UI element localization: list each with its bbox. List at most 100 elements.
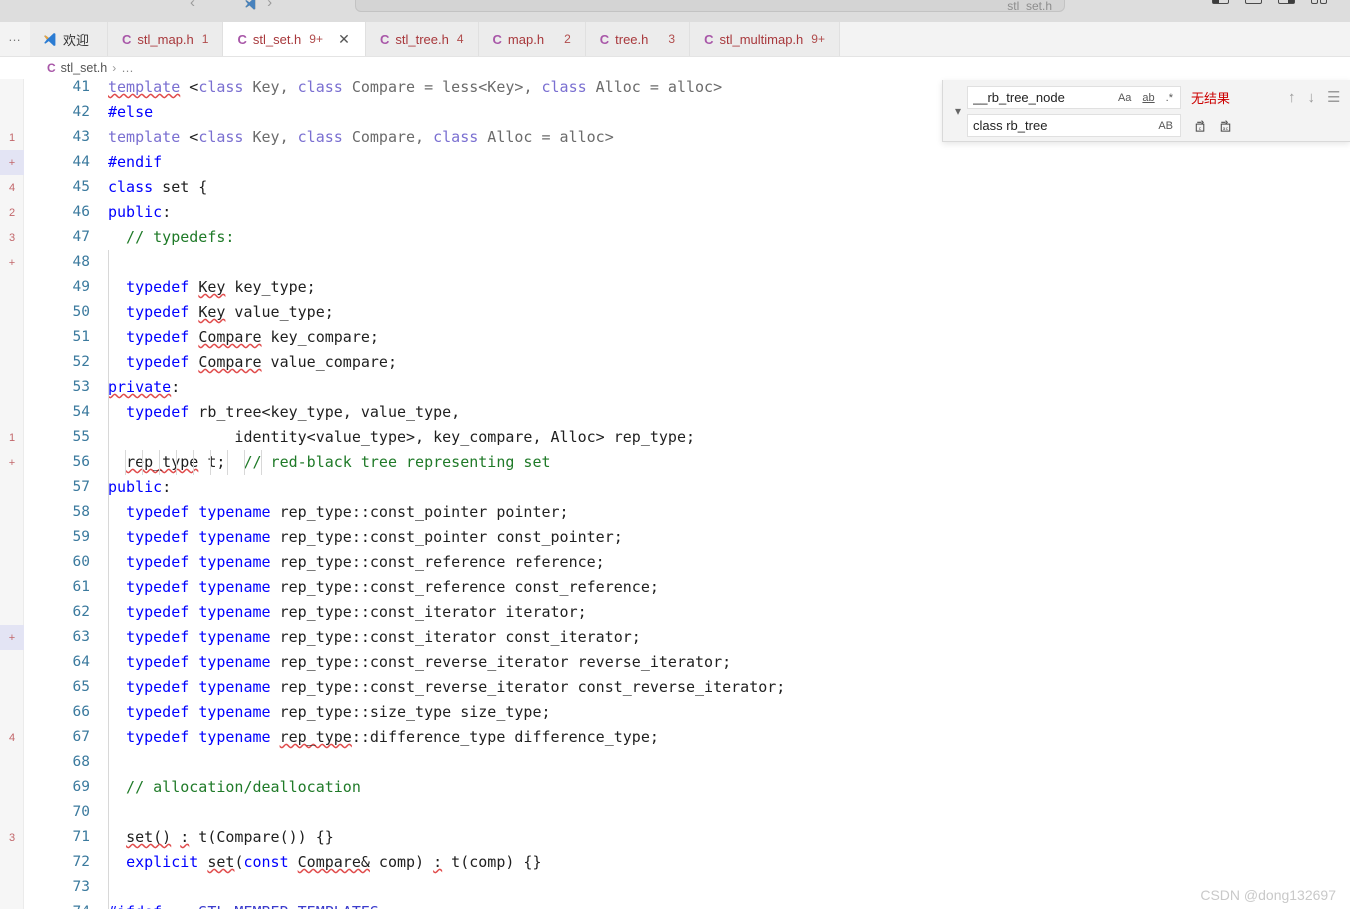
close-icon[interactable]: ✕: [337, 32, 351, 46]
tabs-overflow-button[interactable]: …: [0, 22, 30, 56]
tab-label: stl_set.h: [252, 31, 302, 47]
code-line[interactable]: 59 typedef typename rep_type::const_poin…: [24, 525, 1350, 550]
code-line[interactable]: 49 typedef Key key_type;: [24, 275, 1350, 300]
code-line[interactable]: 52 typedef Compare value_compare;: [24, 350, 1350, 375]
tab-stl-set-h[interactable]: C stl_set.h 9+ ✕: [223, 22, 366, 56]
code-line[interactable]: 63 typedef typename rep_type::const_iter…: [24, 625, 1350, 650]
code-line[interactable]: 64 typedef typename rep_type::const_reve…: [24, 650, 1350, 675]
use-regex-icon[interactable]: .*: [1164, 91, 1175, 105]
code-editor[interactable]: 1 +4 2 3 +1 + +4 3 41 template <class Key, class…: [0, 79, 1350, 909]
indent-guide: [210, 450, 211, 475]
line-content: identity<value_type>, key_compare, Alloc…: [108, 428, 695, 446]
chevron-down-icon[interactable]: ▾: [949, 86, 967, 135]
code-line[interactable]: 68: [24, 750, 1350, 775]
replace-icon[interactable]: c: [1193, 118, 1208, 133]
breadcrumb: C stl_set.h › …: [0, 57, 1350, 79]
line-content: typedef typename rep_type::const_referen…: [126, 578, 659, 596]
arrow-up-icon[interactable]: ↑: [1288, 90, 1296, 105]
breadcrumb-more[interactable]: …: [121, 61, 135, 75]
code-line[interactable]: 65 typedef typename rep_type::const_reve…: [24, 675, 1350, 700]
code-line[interactable]: 50 typedef Key value_type;: [24, 300, 1350, 325]
code-line[interactable]: 72 explicit set(const Compare& comp) : t…: [24, 850, 1350, 875]
tab-problem-badge: 1: [201, 32, 209, 46]
tab-stl-tree-h[interactable]: C stl_tree.h 4: [365, 22, 479, 56]
code-line[interactable]: 74 #ifdef __STL_MEMBER_TEMPLATES: [24, 900, 1350, 909]
indent-guide: [125, 450, 126, 475]
gutter-marker[interactable]: 4: [0, 725, 24, 750]
tab-stl-multimap-h[interactable]: C stl_multimap.h 9+: [690, 22, 840, 56]
toggle-panel-icon[interactable]: [1245, 0, 1262, 4]
tab-tree-h[interactable]: C tree.h 3: [585, 22, 691, 56]
gutter-marker[interactable]: +: [0, 450, 24, 475]
breadcrumb-file[interactable]: stl_set.h: [61, 61, 108, 75]
line-content: public:: [108, 203, 172, 221]
line-content: typedef Compare value_compare;: [126, 353, 397, 371]
customize-layout-icon[interactable]: [1311, 0, 1328, 4]
c-file-icon: C: [599, 31, 610, 47]
toggle-secondary-sidebar-icon[interactable]: [1278, 0, 1295, 4]
code-line[interactable]: 45 class set {: [24, 175, 1350, 200]
code-line[interactable]: 58 typedef typename rep_type::const_poin…: [24, 500, 1350, 525]
code-line[interactable]: 51 typedef Compare key_compare;: [24, 325, 1350, 350]
tab-problem-badge: 4: [456, 32, 464, 46]
code-content[interactable]: 41 template <class Key, class Compare = l…: [24, 79, 1350, 909]
editor-overview-gutter[interactable]: 1 +4 2 3 +1 + +4 3: [0, 79, 24, 909]
gutter-marker[interactable]: 1: [0, 425, 24, 450]
match-case-icon[interactable]: Aa: [1116, 91, 1133, 105]
find-replace-widget[interactable]: ▾ __rb_tree_node Aa ab .* 无结果 ↑ ↓ ☰ clas…: [942, 80, 1350, 142]
code-line[interactable]: 55 identity<value_type>, key_compare, Al…: [24, 425, 1350, 450]
code-line[interactable]: 73: [24, 875, 1350, 900]
svg-text:ac: ac: [1223, 127, 1229, 132]
code-line[interactable]: 69 // allocation/deallocation: [24, 775, 1350, 800]
code-line[interactable]: 46 public:: [24, 200, 1350, 225]
c-file-icon: C: [704, 31, 714, 47]
gutter-marker[interactable]: 4: [0, 175, 24, 200]
code-line[interactable]: 57 public:: [24, 475, 1350, 500]
tab-map-h[interactable]: C map.h 2: [478, 22, 586, 56]
code-line[interactable]: 66 typedef typename rep_type::size_type …: [24, 700, 1350, 725]
gutter-marker[interactable]: 2: [0, 200, 24, 225]
line-content: typedef typename rep_type::const_reverse…: [126, 653, 732, 671]
line-number: 53: [72, 379, 90, 395]
code-line[interactable]: 71 set() : t(Compare()) {}: [24, 825, 1350, 850]
code-line[interactable]: 54 typedef rb_tree<key_type, value_type,: [24, 400, 1350, 425]
code-line[interactable]: 67 typedef typename rep_type::difference…: [24, 725, 1350, 750]
gutter-marker[interactable]: 3: [0, 225, 24, 250]
code-line[interactable]: 61 typedef typename rep_type::const_refe…: [24, 575, 1350, 600]
gutter-marker[interactable]: 1: [0, 125, 24, 150]
gutter-marker[interactable]: 3: [0, 825, 24, 850]
line-number: 43: [72, 129, 90, 145]
code-line[interactable]: 53 private:: [24, 375, 1350, 400]
gutter-marker[interactable]: +: [0, 150, 24, 175]
tab-welcome[interactable]: 欢迎: [30, 22, 109, 56]
code-line[interactable]: 48: [24, 250, 1350, 275]
command-center[interactable]: stl_set.h: [355, 0, 1065, 12]
replace-all-icon[interactable]: ac: [1218, 118, 1233, 133]
code-line[interactable]: 60 typedef typename rep_type::const_refe…: [24, 550, 1350, 575]
code-line[interactable]: 56 rep_type t; // red-black tree represe…: [24, 450, 1350, 475]
line-content: public:: [108, 478, 172, 496]
gutter-marker[interactable]: +: [0, 250, 24, 275]
tab-problem-badge: 3: [668, 32, 676, 46]
code-line[interactable]: 70: [24, 800, 1350, 825]
indent-guide: [108, 525, 109, 909]
line-number: 63: [72, 629, 90, 645]
vscode-logo-icon: [245, 0, 256, 10]
tab-stl-map-h[interactable]: C stl_map.h 1: [108, 22, 224, 56]
line-content: template <class Key, class Compare, clas…: [108, 128, 614, 146]
code-line[interactable]: 47 // typedefs:: [24, 225, 1350, 250]
replace-input[interactable]: class rb_tree AB: [967, 114, 1181, 137]
line-number: 56: [72, 454, 90, 470]
toggle-primary-sidebar-icon[interactable]: [1212, 0, 1229, 4]
find-input[interactable]: __rb_tree_node Aa ab .*: [967, 86, 1181, 109]
code-line[interactable]: 62 typedef typename rep_type::const_iter…: [24, 600, 1350, 625]
preserve-case-icon[interactable]: AB: [1156, 119, 1175, 133]
code-line[interactable]: 44 #endif: [24, 150, 1350, 175]
find-in-selection-icon[interactable]: ☰: [1327, 90, 1342, 105]
match-whole-word-icon[interactable]: ab: [1140, 91, 1156, 105]
arrow-down-icon[interactable]: ↓: [1308, 90, 1316, 105]
gutter-marker[interactable]: +: [0, 625, 24, 650]
find-result-count: 无结果: [1191, 91, 1231, 106]
indent-guide: [193, 450, 194, 475]
c-file-icon: C: [47, 61, 56, 75]
